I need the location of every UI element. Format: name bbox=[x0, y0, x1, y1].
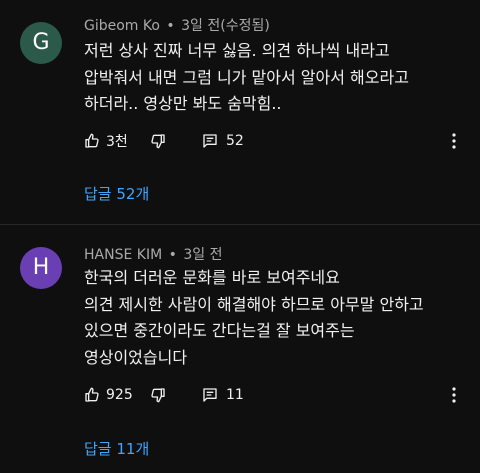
comment-text: 한국의 더러운 문화를 바로 보여주네요 의견 제시한 사람이 해결해야 하므로… bbox=[84, 265, 464, 371]
comment-line: 의견 제시한 사람이 해결해야 하므로 아무말 안하고 bbox=[84, 294, 424, 314]
comment-thread: G Gibeom Ko • 3일 전(수정됨) 저런 상사 진짜 너무 싫음. … bbox=[0, 0, 480, 224]
avatar[interactable]: G bbox=[20, 22, 62, 64]
thumbs-up-icon bbox=[85, 133, 99, 148]
like-button[interactable]: 3천 bbox=[84, 131, 150, 151]
comment-actions: 925 11 bbox=[84, 384, 464, 406]
comment-line: 저런 상사 진짜 너무 싫음. 의견 하나씩 내라고 bbox=[84, 41, 390, 60]
comment-thread: H HANSE KIM • 3일 전 한국의 더러운 문화를 바로 보여주네요 … bbox=[0, 224, 480, 473]
more-vert-icon bbox=[452, 387, 456, 403]
thumbs-down-icon bbox=[151, 388, 165, 403]
comment-line: 있으면 중간이라도 간다는걸 잘 보여주는 bbox=[84, 321, 355, 340]
more-actions-button[interactable] bbox=[444, 384, 464, 406]
view-replies-link[interactable]: 답글 11개 bbox=[84, 438, 149, 459]
avatar[interactable]: H bbox=[20, 247, 62, 289]
like-count: 925 bbox=[106, 387, 133, 403]
author-name[interactable]: HANSE KIM bbox=[84, 247, 162, 263]
comment-time[interactable]: 3일 전 bbox=[183, 247, 222, 263]
reply-count: 11 bbox=[226, 387, 244, 403]
reply-button[interactable]: 52 bbox=[202, 133, 244, 149]
comment-icon bbox=[203, 388, 217, 402]
comment-meta: Gibeom Ko • 3일 전(수정됨) bbox=[84, 15, 270, 35]
meta-separator: • bbox=[166, 18, 175, 34]
view-replies-link[interactable]: 답글 52개 bbox=[84, 183, 149, 204]
like-count: 3천 bbox=[106, 134, 128, 150]
dislike-button[interactable] bbox=[150, 133, 202, 149]
comment-icon bbox=[203, 134, 217, 148]
comment-line: 영상이었습니다 bbox=[84, 347, 188, 367]
meta-separator: • bbox=[168, 247, 177, 263]
dislike-button[interactable] bbox=[150, 387, 202, 403]
comment-time[interactable]: 3일 전(수정됨) bbox=[181, 18, 270, 34]
like-button[interactable]: 925 bbox=[84, 387, 150, 403]
more-vert-icon bbox=[452, 133, 456, 149]
comment-line: 한국의 더러운 문화를 바로 보여주네요 bbox=[84, 268, 340, 287]
author-name[interactable]: Gibeom Ko bbox=[84, 18, 160, 34]
comment-text: 저런 상사 진짜 너무 싫음. 의견 하나씩 내라고 압박줘서 내면 그럼 니가… bbox=[84, 38, 464, 118]
thumbs-up-icon bbox=[85, 387, 99, 402]
reply-button[interactable]: 11 bbox=[202, 387, 244, 403]
comment-meta: HANSE KIM • 3일 전 bbox=[84, 244, 222, 264]
more-actions-button[interactable] bbox=[444, 130, 464, 152]
comment-actions: 3천 52 bbox=[84, 130, 464, 152]
reply-count: 52 bbox=[226, 133, 244, 149]
thumbs-down-icon bbox=[151, 134, 165, 149]
comment-line: 하더라.. 영상만 봐도 숨막힘.. bbox=[84, 94, 282, 113]
comment-line: 압박줘서 내면 그럼 니가 맡아서 알아서 해오라고 bbox=[84, 67, 409, 87]
